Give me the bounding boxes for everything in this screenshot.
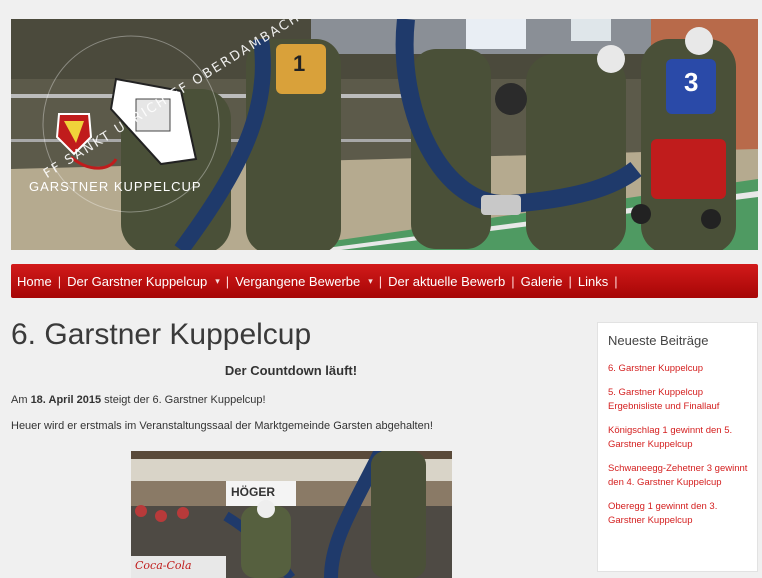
nav-item-der-aktuelle-bewerb[interactable]: Der aktuelle Bewerb [382,274,511,289]
nav-label: Der aktuelle Bewerb [388,273,506,289]
recent-post-link[interactable]: 6. Garstner Kuppelcup [608,362,749,376]
nav-label: Home [17,273,52,289]
event-date: 18. April 2015 [30,394,102,406]
chevron-down-icon: ▾ [215,275,220,286]
countdown-heading: Der Countdown läuft! [224,363,358,378]
bib-number-2: 3 [684,67,699,97]
bib-number-1: 1 [293,51,306,76]
nav-separator: | [614,273,618,289]
recent-post-link[interactable]: 5. Garstner Kuppelcup Ergebnisliste und … [608,386,749,414]
logo-subtitle: GARSTNER KUPPELCUP [29,179,202,194]
nav-label: Links [577,273,609,289]
recent-post-link[interactable]: Oberegg 1 gewinnt den 3. Garstner Kuppel… [608,500,749,528]
nav-item-vergangene-bewerbe[interactable]: Vergangene Bewerbe ▾ [229,274,379,289]
photo-ad-text: Coca-Cola [135,559,192,572]
nav-item-home[interactable]: Home [11,274,58,289]
main-nav: Home | Der Garstner Kuppelcup ▾ | Vergan… [11,264,758,298]
nav-item-links[interactable]: Links [572,274,614,289]
paragraph-text: Am [11,394,31,406]
chevron-down-icon: ▾ [368,275,373,286]
nav-label: Der Garstner Kuppelcup [67,273,208,289]
main-content: 6. Garstner Kuppelcup Der Countdown läuf… [11,316,586,578]
header-banner: FF SANKT ULRICH FF OBERDAMBACH GARSTNER … [11,19,758,250]
venue-paragraph: Heuer wird er erstmals im Veranstaltungs… [11,420,433,432]
recent-post-link[interactable]: Königschlag 1 gewinnt den 5. Garstner Ku… [608,424,749,452]
paragraph-text: steigt der 6. Garstner Kuppelcup! [101,394,266,406]
nav-label: Galerie [520,273,563,289]
event-date-paragraph: Am 18. April 2015 steigt der 6. Garstner… [11,394,586,406]
nav-item-der-garstner-kuppelcup[interactable]: Der Garstner Kuppelcup ▾ [61,274,226,289]
page-title: 6. Garstner Kuppelcup [11,318,312,351]
recent-post-link[interactable]: Schwaneegg-Zehetner 3 gewinnt den 4. Gar… [608,462,749,490]
sidebar-heading: Neueste Beiträge [608,333,709,348]
sidebar-recent-posts: Neueste Beiträge 6. Garstner Kuppelcup 5… [597,322,758,572]
nav-label: Vergangene Bewerbe [235,273,361,289]
nav-item-galerie[interactable]: Galerie [515,274,569,289]
photo-sign-text: HÖGER [231,485,276,499]
article-photo[interactable]: HÖGER Coca-Cola [131,451,452,578]
